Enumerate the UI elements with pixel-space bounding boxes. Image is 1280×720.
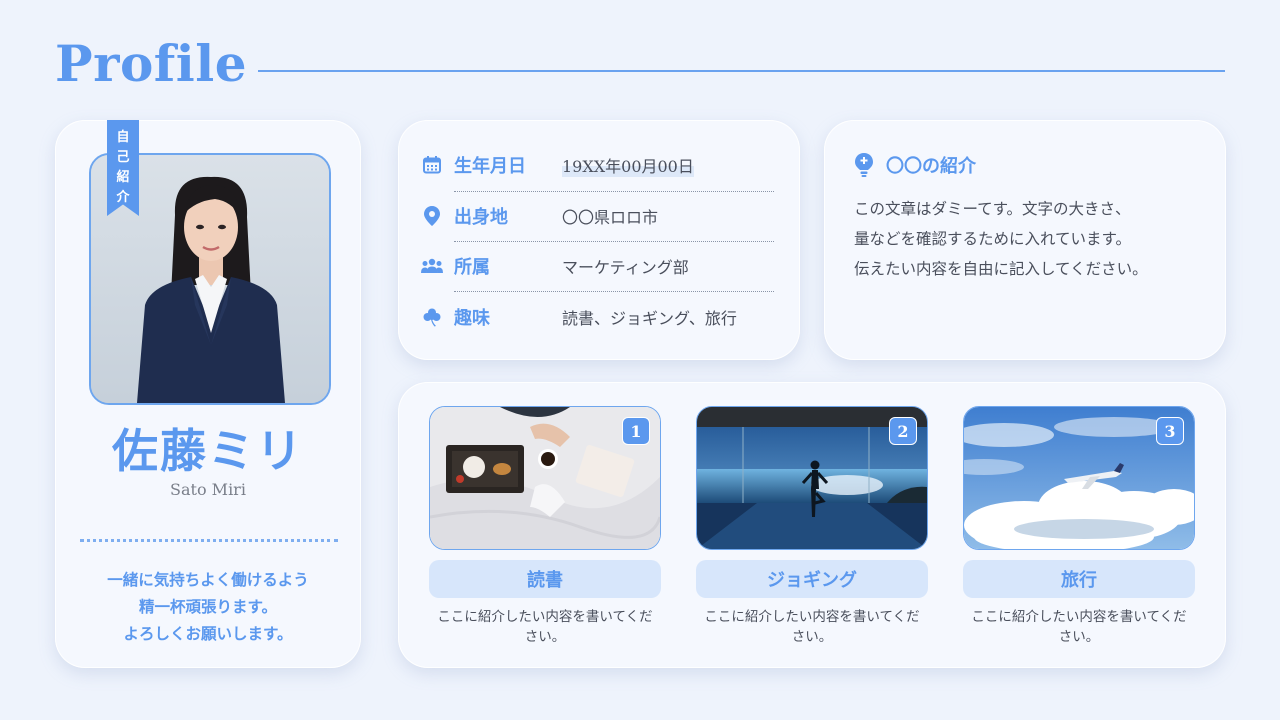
travel-photo: 3 [963,406,1195,550]
group-icon [420,254,444,278]
self-intro-ribbon: 自 己 紹 介 [107,120,139,216]
hobby-item-reading: 1 読書 ここに紹介したい内容を書いてください。 [429,406,661,647]
hobbies-card: 1 読書 ここに紹介したい内容を書いてください。 2 ジョギング ここに紹介した… [398,382,1226,668]
info-row-hobby: 趣味 読書、ジョギング、旅行 [420,292,776,342]
hobby-label: ジョギング [696,560,928,598]
location-pin-icon [420,204,444,228]
hobby-number-badge: 2 [889,417,917,445]
info-value: 読書、ジョギング、旅行 [562,309,737,328]
info-value: 19XX年00月00日 [562,153,694,177]
info-card: 生年月日 19XX年00月00日 出身地 〇〇県ロロ市 所属 マーケティング部 … [398,120,800,360]
info-value: マーケティング部 [562,258,689,277]
profile-name-jp: 佐藤ミリ [112,424,304,478]
info-label: 趣味 [454,308,490,329]
intro-card: 〇〇の紹介 この文章はダミーてす。文字の大きさ、 量などを確認するために入れてい… [824,120,1226,360]
hobby-description: ここに紹介したい内容を書いてください。 [704,609,920,645]
hobby-label: 旅行 [963,560,1195,598]
profile-name-en: Sato Miri [170,480,246,499]
page-title: Profile [55,34,248,93]
hobby-number-badge: 1 [622,417,650,445]
info-value: 〇〇県ロロ市 [562,208,659,227]
info-label: 所属 [454,257,490,278]
title-rule [258,70,1225,72]
jogging-photo: 2 [696,406,928,550]
hobby-item-jogging: 2 ジョギング ここに紹介したい内容を書いてください。 [696,406,928,647]
clover-icon [420,305,444,329]
hobby-description: ここに紹介したい内容を書いてください。 [971,609,1187,645]
info-label: 生年月日 [454,156,526,177]
lightbulb-pin-icon [854,152,874,178]
hobby-description: ここに紹介したい内容を書いてください。 [437,609,653,645]
info-row-department: 所属 マーケティング部 [420,241,776,291]
reading-photo: 1 [429,406,661,550]
intro-body: この文章はダミーてす。文字の大きさ、 量などを確認するために入れています。 伝え… [854,200,1148,278]
info-row-birthday: 生年月日 19XX年00月00日 [420,140,776,190]
greeting-text: 一緒に気持ちよく働けるよう 精一杯頑張ります。 よろしくお願いします。 [107,570,309,643]
hobby-item-travel: 3 旅行 ここに紹介したい内容を書いてください。 [963,406,1195,647]
hobby-label: 読書 [429,560,661,598]
profile-card: 自 己 紹 介 佐藤ミリ Sato Miri 一緒に気持ちよく働けるよう 精一杯… [55,120,361,668]
hobby-number-badge: 3 [1156,417,1184,445]
dotted-divider [80,539,338,542]
intro-heading: 〇〇の紹介 [854,152,976,178]
info-label: 出身地 [454,207,508,228]
calendar-icon [420,153,444,177]
info-row-hometown: 出身地 〇〇県ロロ市 [420,191,776,241]
